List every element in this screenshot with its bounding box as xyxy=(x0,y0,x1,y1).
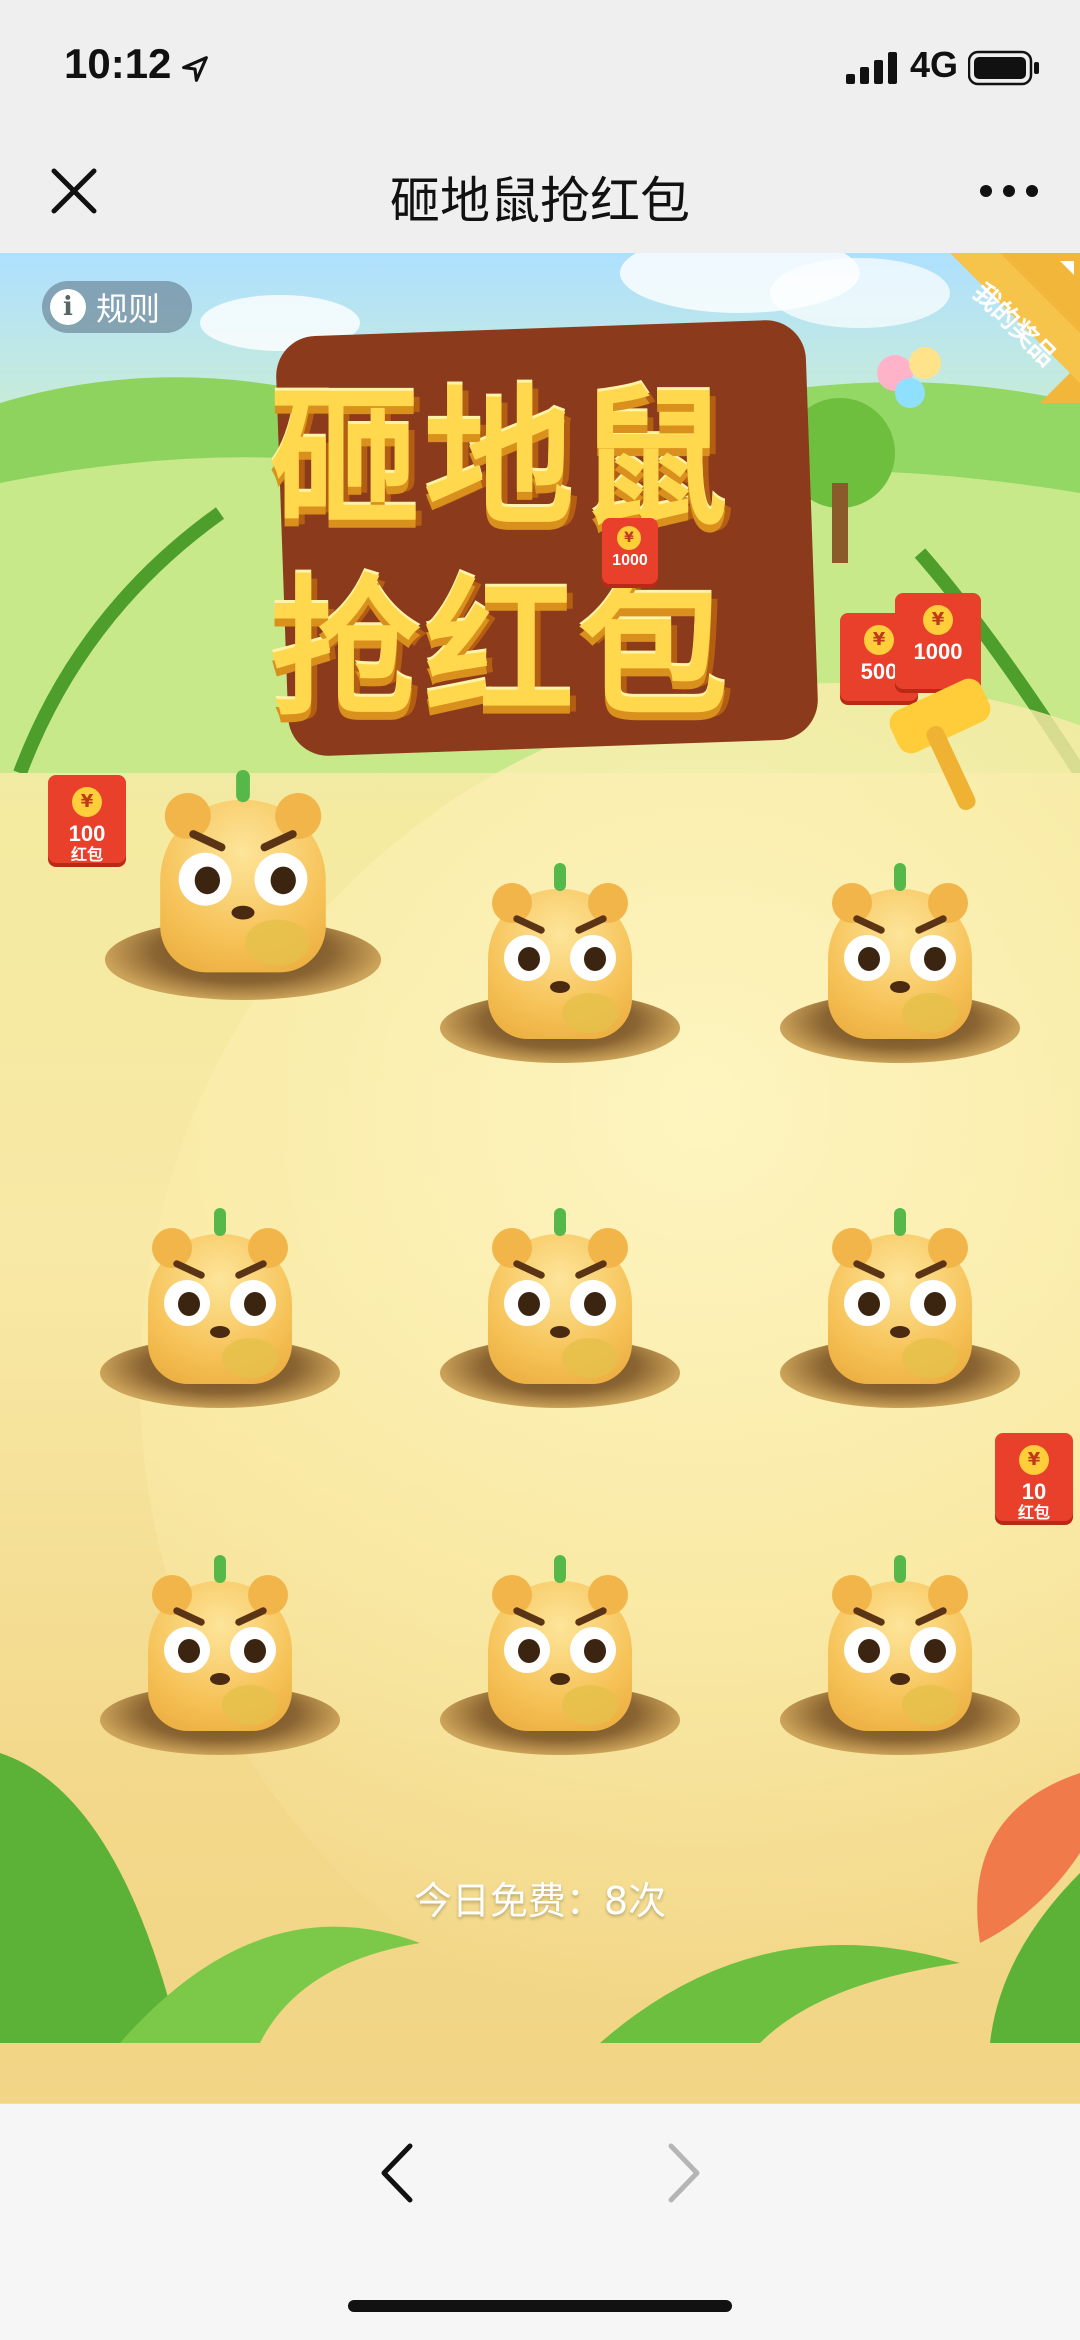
more-icon[interactable] xyxy=(974,159,1044,223)
hammer-icon xyxy=(889,678,991,810)
yuan-coin-icon: ¥ xyxy=(617,526,641,550)
network-type: 4G xyxy=(910,44,959,85)
rules-label: 规则 xyxy=(96,290,161,328)
mole-2[interactable] xyxy=(440,863,680,1063)
redpack-10: ¥ 10 红包 xyxy=(995,1433,1073,1522)
mole-4[interactable] xyxy=(100,1208,340,1408)
logo-redpack: ¥ 1000 xyxy=(602,518,658,584)
page-title: 砸地鼠抢红包 xyxy=(390,172,690,230)
mole-3[interactable] xyxy=(780,863,1020,1063)
yuan-coin-icon: ¥ xyxy=(864,625,894,655)
logo-line-2: 抢红包 xyxy=(270,563,733,737)
yuan-coin-icon: ¥ xyxy=(923,605,953,635)
free-times-label: 今日免费：8次 xyxy=(413,1879,667,1923)
yuan-coin-icon: ¥ xyxy=(72,787,102,817)
info-icon: i xyxy=(50,289,86,325)
rules-button[interactable]: i 规则 xyxy=(42,281,192,333)
status-time: 10:12 xyxy=(64,40,172,87)
forward-arrow-icon[interactable] xyxy=(655,2138,711,2208)
signal-icon xyxy=(846,52,897,84)
home-indicator[interactable] xyxy=(348,2300,732,2312)
mole-6[interactable] xyxy=(780,1208,1020,1408)
status-bar: 10:12 4G xyxy=(0,0,1080,135)
nav-bar: 砸地鼠抢红包 xyxy=(0,135,1080,254)
redpack-sub: 红包 xyxy=(1017,1505,1050,1522)
battery-icon xyxy=(968,50,1039,86)
my-prize-ribbon[interactable]: 我的奖品 xyxy=(930,253,1080,403)
mole-5[interactable] xyxy=(440,1208,680,1408)
back-arrow-icon[interactable] xyxy=(370,2138,426,2208)
logo-redpack-amount: 1000 xyxy=(612,552,648,569)
game-logo: 砸地鼠 抢红包 ¥ 1000 xyxy=(262,298,822,758)
yuan-coin-icon: ¥ xyxy=(1019,1445,1049,1475)
redpack-amount: 1000 xyxy=(913,639,963,664)
browser-bottom-bar xyxy=(0,2103,1080,2340)
game-area: i 规则 我的奖品 砸地鼠 抢红包 ¥ 1000 ¥ 100 红包 ¥ 500 … xyxy=(0,253,1080,2103)
mole-1[interactable] xyxy=(105,770,381,1000)
logo-line-1: 砸地鼠 xyxy=(270,373,733,547)
location-arrow-icon xyxy=(182,56,208,82)
